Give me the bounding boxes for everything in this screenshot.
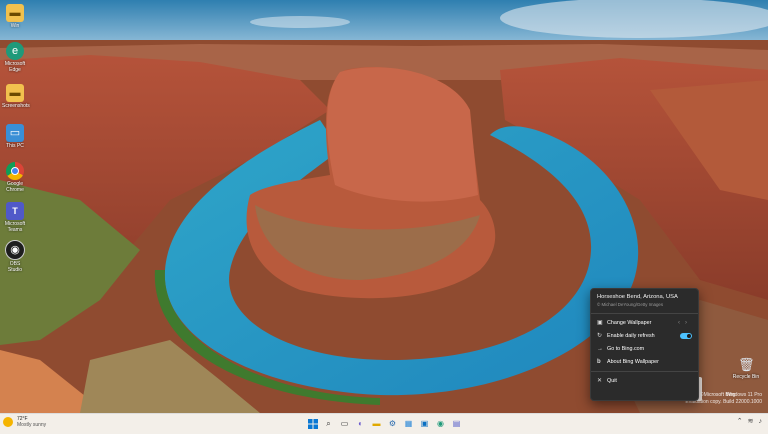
folder-icon: ▬ (6, 84, 24, 102)
menu-divider (591, 313, 698, 314)
sun-icon (3, 417, 13, 427)
refresh-icon: ↻ (597, 333, 603, 339)
bing-icon: b (597, 358, 601, 365)
bing-menu-header[interactable]: Horseshoe Bend, Arizona, USA © Michael D… (591, 289, 698, 307)
store-icon[interactable]: ▣ (418, 417, 431, 430)
desktop-icon-label: Screenshots (2, 103, 30, 109)
desktop-icon-label: Microsoft Teams (4, 221, 26, 233)
close-icon: ✕ (597, 378, 603, 384)
settings-icon[interactable]: ⚙ (386, 417, 399, 430)
obs-icon: ◉ (5, 240, 25, 260)
folder-icon: ▬ (6, 4, 24, 22)
desktop-icon-screenshots[interactable]: ▬ Screenshots (2, 84, 30, 109)
wifi-icon[interactable]: ≋ (748, 417, 754, 425)
start-icon[interactable] (306, 417, 319, 430)
desktop-icon-label: Google Chrome (6, 181, 24, 193)
menu-item-label: Change Wallpaper (607, 319, 652, 326)
menu-item-label: Go to Bing.com (607, 345, 645, 352)
desktop-icon-recycle-bin[interactable]: 🗑 Recycle Bin (732, 356, 760, 380)
desktop-icon-this-pc[interactable]: ▭ This PC (2, 124, 28, 149)
edge-icon[interactable]: ◉ (434, 417, 447, 430)
desktop-icon-edge[interactable]: e Microsoft Edge (2, 42, 28, 73)
taskbar-apps: ⌕ ▭ ◐ ▬ ⚙ ▦ ▣ ◉ ▤ (306, 417, 463, 430)
image-icon: ▣ (597, 320, 603, 326)
desktop-icon-label: OBS Studio (7, 261, 23, 273)
desktop-icon-label: Microsoft Edge (4, 61, 26, 73)
desktop-icon-chrome[interactable]: Google Chrome (2, 162, 28, 193)
daily-refresh-item[interactable]: ↻ Enable daily refresh (591, 329, 698, 342)
system-tray: ⌃ ≋ ♪ (737, 417, 763, 426)
go-to-bing-item[interactable]: → Go to Bing.com (591, 342, 698, 355)
pc-icon: ▭ (6, 124, 24, 142)
change-wallpaper-item[interactable]: ▣ Change Wallpaper ‹› (591, 316, 698, 329)
arrow-icon: → (597, 345, 603, 352)
chrome-icon (6, 162, 24, 180)
teams-icon: T (6, 202, 24, 220)
file-explorer-icon[interactable]: ▬ (370, 417, 383, 430)
menu-item-label: About Bing Wallpaper (607, 358, 659, 365)
widgets-icon[interactable]: ▦ (402, 417, 415, 430)
volume-icon[interactable]: ♪ (759, 418, 763, 425)
weather-desc: Mostly sunny (17, 422, 47, 428)
desktop-icon-label: Recycle Bin (732, 374, 760, 380)
quit-item[interactable]: ✕ Quit (591, 374, 698, 387)
desktop-icon-win[interactable]: ▬ Win (2, 4, 28, 29)
task-view-icon[interactable]: ▭ (338, 417, 351, 430)
bing-wallpaper-menu: Horseshoe Bend, Arizona, USA © Michael D… (590, 288, 699, 401)
wallpaper-nav-arrows[interactable]: ‹› (678, 320, 692, 326)
teams-icon[interactable]: ▤ (450, 417, 463, 430)
wallpaper-title: Horseshoe Bend, Arizona, USA (597, 294, 678, 300)
desktop-icon-label: Win (10, 23, 20, 29)
wallpaper-credit: © Michael DeYoung/Getty Images (597, 302, 664, 307)
menu-item-label: Enable daily refresh (607, 332, 655, 339)
desktop-icon-label: This PC (6, 143, 24, 149)
menu-item-label: Quit (607, 377, 617, 384)
weather-widget[interactable]: 72°F Mostly sunny (3, 416, 46, 428)
about-bing-item[interactable]: b About Bing Wallpaper (591, 355, 698, 368)
desktop-icon-teams[interactable]: T Microsoft Teams (2, 202, 28, 233)
edge-icon: e (6, 42, 24, 60)
search-icon[interactable]: ⌕ (322, 417, 335, 430)
recycle-bin-icon: 🗑 (738, 357, 755, 372)
daily-refresh-toggle[interactable] (680, 332, 692, 339)
watermark-edition: Windows 11 Pro (725, 392, 762, 398)
taskbar: 72°F Mostly sunny ⌕ ▭ ◐ ▬ ⚙ ▦ ▣ ◉ ▤ ⌃ ≋ … (0, 413, 768, 434)
chat-icon[interactable]: ◐ (354, 417, 367, 430)
tray-overflow-icon[interactable]: ⌃ (737, 417, 743, 425)
desktop-icon-obs[interactable]: ◉ OBS Studio (2, 240, 28, 273)
menu-divider (591, 371, 698, 372)
